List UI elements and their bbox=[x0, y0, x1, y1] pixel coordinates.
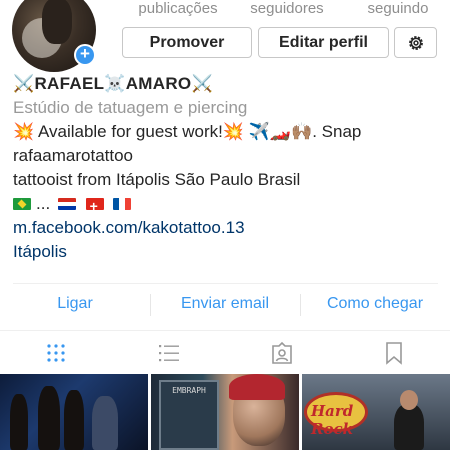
profile-bio: ⚔️RAFAEL☠️AMARO⚔️ Estúdio de tatuagem e … bbox=[13, 72, 445, 264]
edit-profile-button[interactable]: Editar perfil bbox=[258, 27, 389, 58]
photo-post[interactable] bbox=[0, 374, 148, 450]
profile-view-tabs bbox=[0, 330, 450, 370]
france-flag-icon bbox=[113, 198, 132, 210]
tagged-photos-icon[interactable] bbox=[270, 341, 294, 365]
profile-website-link[interactable]: m.facebook.com/kakotattoo.13 bbox=[13, 216, 445, 240]
call-button[interactable]: Ligar bbox=[0, 284, 150, 324]
profile-category: Estúdio de tatuagem e piercing bbox=[13, 98, 248, 117]
profile-location-link[interactable]: Itápolis bbox=[13, 240, 445, 264]
brazil-flag-icon bbox=[13, 198, 31, 210]
following-label: seguindo bbox=[367, 0, 429, 17]
switzerland-flag-icon bbox=[85, 194, 104, 218]
bio-flags-line: ... bbox=[13, 192, 445, 218]
followers-label: seguidores bbox=[250, 0, 324, 17]
profile-name: ⚔️RAFAEL☠️AMARO⚔️ bbox=[13, 74, 213, 93]
flags-ellipsis: ... bbox=[36, 194, 51, 213]
posts-stat[interactable]: publicações bbox=[128, 0, 228, 17]
email-button[interactable]: Enviar email bbox=[150, 284, 300, 324]
following-stat[interactable]: seguindo bbox=[346, 0, 450, 17]
settings-button[interactable] bbox=[394, 27, 437, 58]
photo-post[interactable]: EMBRAPH bbox=[151, 374, 299, 450]
profile-stats: publicações seguidores seguindo bbox=[128, 0, 450, 22]
gear-icon bbox=[408, 36, 423, 50]
followers-stat[interactable]: seguidores bbox=[230, 0, 344, 17]
bio-line-3: tattooist from Itápolis São Paulo Brasil bbox=[13, 170, 301, 189]
photo-caption-text: EMBRAPH bbox=[172, 386, 206, 395]
list-view-icon[interactable] bbox=[157, 341, 181, 365]
contact-actions: Ligar Enviar email Como chegar bbox=[0, 284, 450, 324]
profile-avatar[interactable]: + bbox=[12, 0, 96, 72]
posts-label: publicações bbox=[138, 0, 218, 17]
grid-view-icon[interactable] bbox=[44, 341, 68, 365]
photo-post[interactable]: Hard Rock bbox=[302, 374, 450, 450]
add-story-plus-icon[interactable]: + bbox=[74, 44, 96, 66]
bio-line-1: 💥 Available for guest work!💥 ✈️🏎️🙌🏽. Sna… bbox=[13, 122, 362, 141]
bio-line-2: rafaamarotattoo bbox=[13, 146, 134, 165]
saved-bookmark-icon[interactable] bbox=[382, 341, 406, 365]
paraguay-flag-icon bbox=[57, 198, 76, 210]
directions-button[interactable]: Como chegar bbox=[300, 284, 450, 324]
photo-caption-text: Hard Rock bbox=[311, 402, 354, 438]
photo-grid: EMBRAPH Hard Rock bbox=[0, 374, 450, 450]
promote-button[interactable]: Promover bbox=[122, 27, 252, 58]
